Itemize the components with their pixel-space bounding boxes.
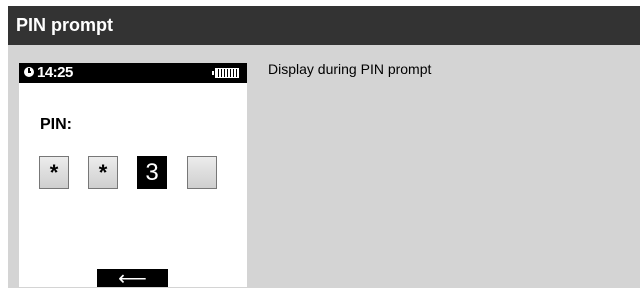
back-arrow-icon: ⟵ bbox=[118, 268, 147, 287]
info-panel: PIN prompt 14:25 PIN: * * 3 ⟵ Display du… bbox=[8, 6, 640, 288]
status-bar: 14:25 bbox=[19, 63, 247, 83]
description-text: Display during PIN prompt bbox=[268, 61, 432, 77]
pin-digit-1[interactable]: * bbox=[39, 156, 69, 189]
panel-title: PIN prompt bbox=[8, 6, 640, 45]
pin-digit-2[interactable]: * bbox=[88, 156, 118, 189]
clock-time: 14:25 bbox=[37, 64, 73, 81]
back-button[interactable]: ⟵ bbox=[97, 269, 168, 287]
pin-digit-3[interactable]: 3 bbox=[137, 156, 167, 189]
pin-digit-4[interactable] bbox=[187, 156, 217, 189]
clock-icon bbox=[24, 67, 34, 77]
pin-label: PIN: bbox=[40, 116, 72, 133]
device-screen: 14:25 PIN: * * 3 ⟵ bbox=[19, 63, 247, 287]
battery-icon bbox=[212, 68, 239, 78]
